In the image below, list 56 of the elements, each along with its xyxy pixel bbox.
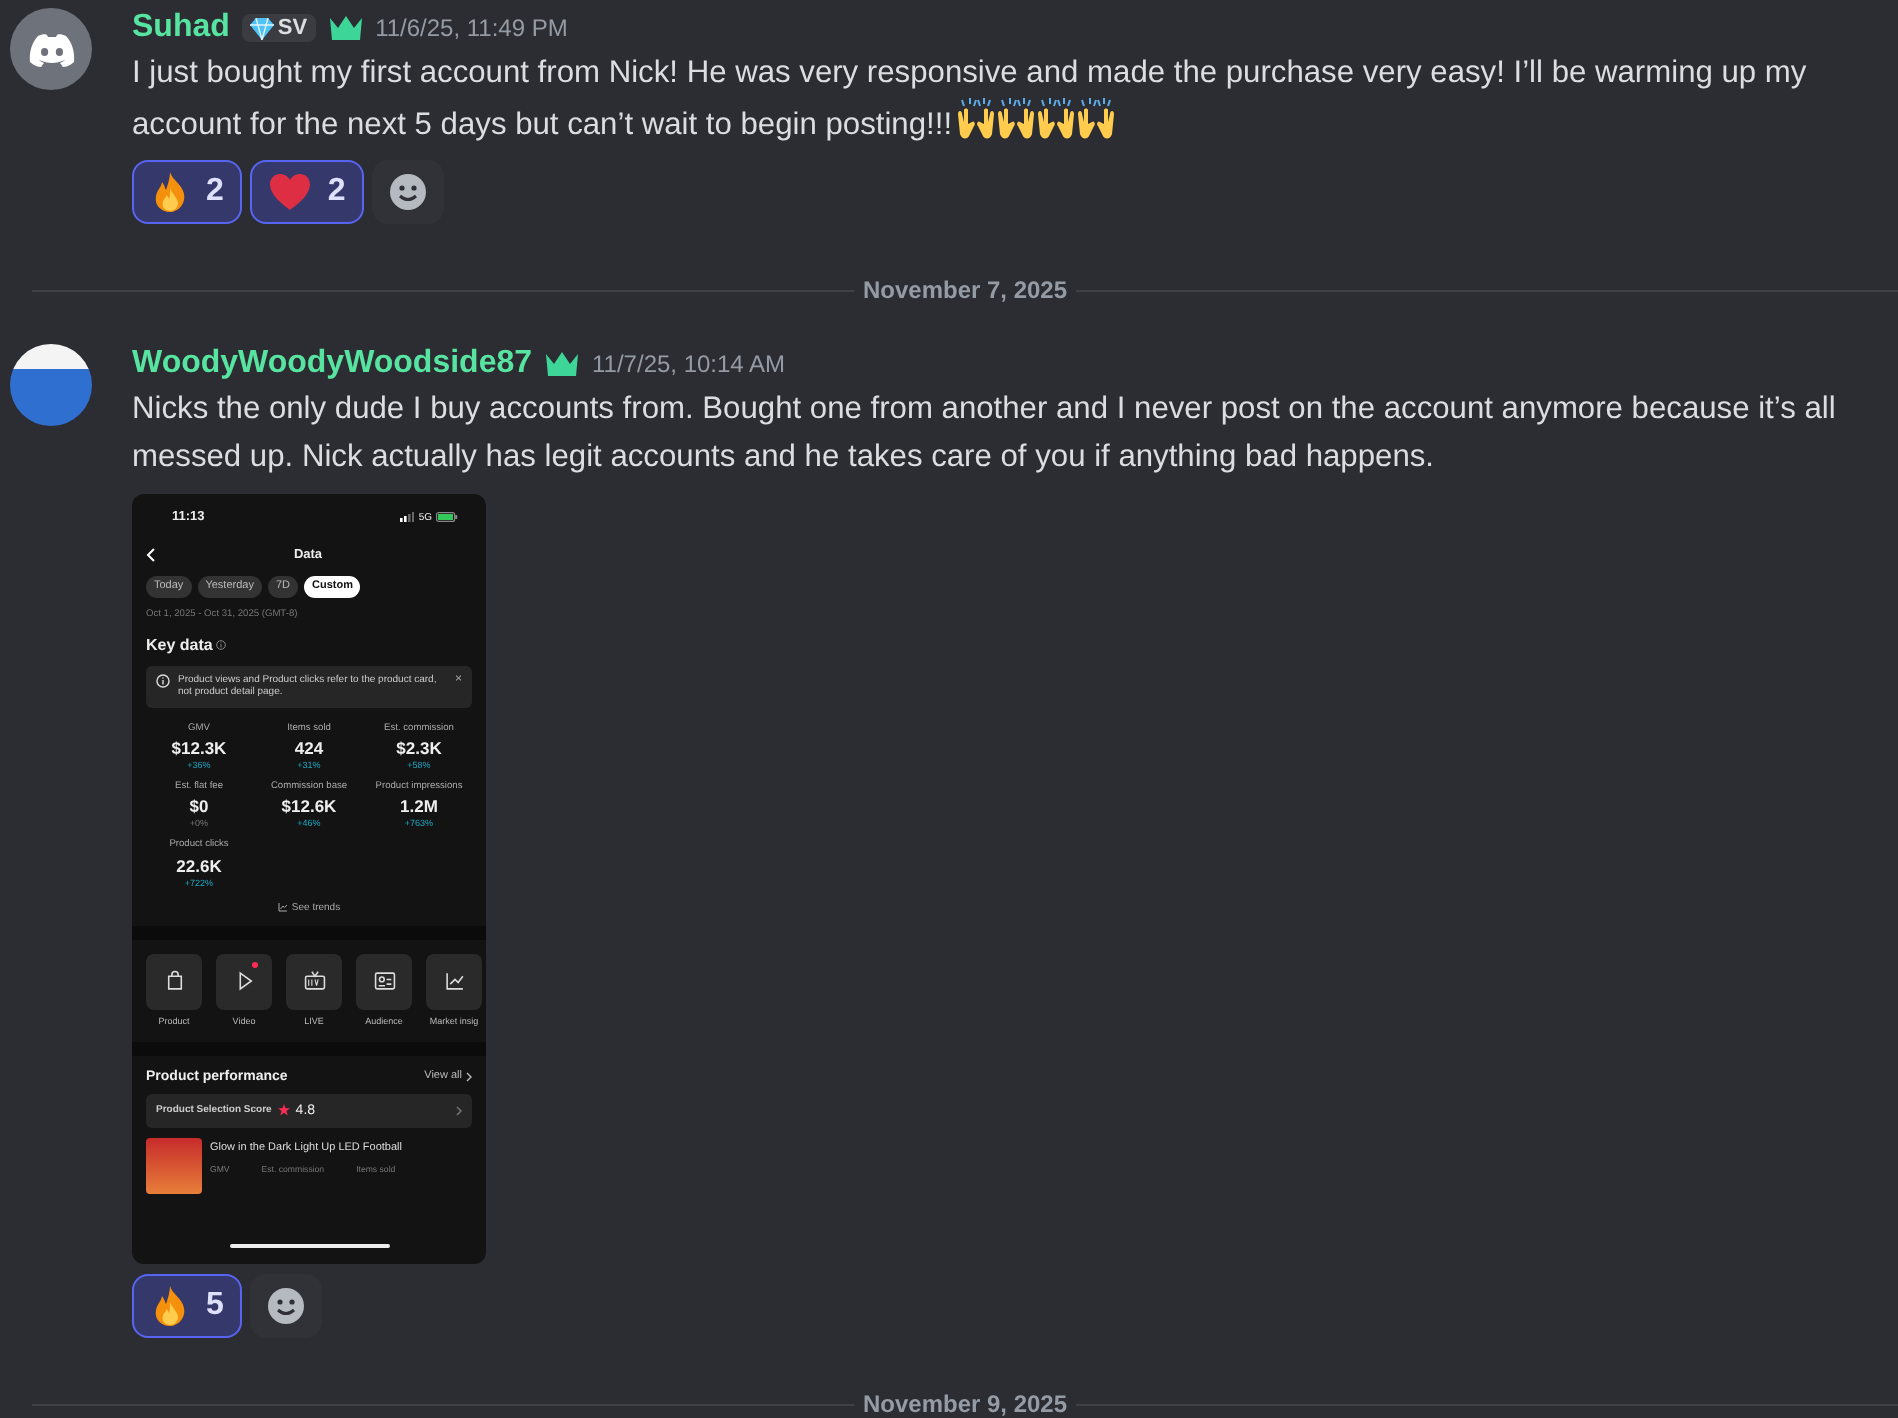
raising-hands-icon [956, 98, 997, 142]
smiley-icon [387, 172, 428, 212]
star-icon [277, 1104, 290, 1117]
app-logo-avatar[interactable] [10, 8, 92, 90]
raising-hands-icon [996, 98, 1037, 142]
flame-icon [150, 170, 190, 214]
back-icon[interactable] [146, 547, 156, 561]
chevron-icon [456, 1105, 462, 1116]
signal-icon [400, 512, 415, 522]
smiley-icon [265, 1286, 306, 1326]
product-photo-placeholder [146, 1137, 202, 1194]
reaction-button[interactable]: 2 [132, 160, 242, 224]
metric-value: $2.3K [396, 738, 442, 759]
info-icon [156, 673, 170, 687]
diamond-icon [249, 17, 274, 39]
line-chart-icon [277, 902, 288, 913]
message-text: Nicks the only dude I buy accounts from. Bought one from another and I never post on the account anymore because it’s all messed up. Nick actually has legit accounts and he takes care of you if anything bad happens. [132, 390, 1838, 478]
timestamp: 11/7/25, 10:14 AM [592, 350, 786, 378]
tool-tile[interactable] [356, 953, 412, 1010]
metric-value: 22.6K [176, 855, 222, 876]
role-badge[interactable]: SV [241, 14, 316, 42]
section-title: Key data [146, 635, 213, 653]
add-reaction-button[interactable] [249, 1274, 322, 1338]
raising-hands-icon [1036, 98, 1077, 142]
id-card-icon [373, 970, 395, 993]
user-avatar[interactable] [10, 344, 92, 426]
controller-icon [27, 31, 75, 67]
date-divider-label: November 9, 2025 [860, 1390, 1070, 1418]
tool-tile[interactable] [146, 953, 202, 1010]
message-text: I just bought my first account from Nick! He was very responsive and made the purchase very easy! I’ll be warming up my account for the next 5 days but can’t wait to begin posting!!! [132, 54, 1809, 146]
info-icon [216, 639, 227, 649]
timestamp: 11/6/25, 11:49 PM [375, 14, 568, 42]
heart-icon [267, 172, 312, 212]
username[interactable]: WoodyWoodyWoodside87 [132, 346, 533, 382]
tool-tile[interactable] [426, 953, 482, 1010]
app-screenshot[interactable] [132, 494, 486, 1264]
username[interactable]: Suhad [132, 10, 230, 46]
battery-icon [436, 512, 458, 522]
chevron-icon [466, 1071, 472, 1082]
reaction-button[interactable]: 5 [132, 1274, 242, 1338]
bag-icon [163, 970, 185, 993]
tool-tile[interactable] [286, 953, 342, 1010]
metric-value: $12.6K [281, 796, 337, 817]
metric-value: $12.3K [171, 738, 227, 759]
raising-hands-icon [1076, 98, 1117, 142]
tool-tile[interactable] [216, 953, 272, 1010]
reaction-button[interactable]: 2 [249, 160, 364, 224]
date-divider-label: November 7, 2025 [860, 276, 1070, 304]
metric-value: 424 [294, 738, 324, 759]
flame-icon [150, 1284, 190, 1328]
metric-value: 1.2M [400, 796, 438, 817]
line-chart-icon [443, 970, 465, 993]
metric-value: $0 [189, 796, 209, 817]
add-reaction-button[interactable] [371, 160, 444, 224]
badge-label: SV [277, 16, 308, 40]
tv-icon [303, 970, 325, 993]
